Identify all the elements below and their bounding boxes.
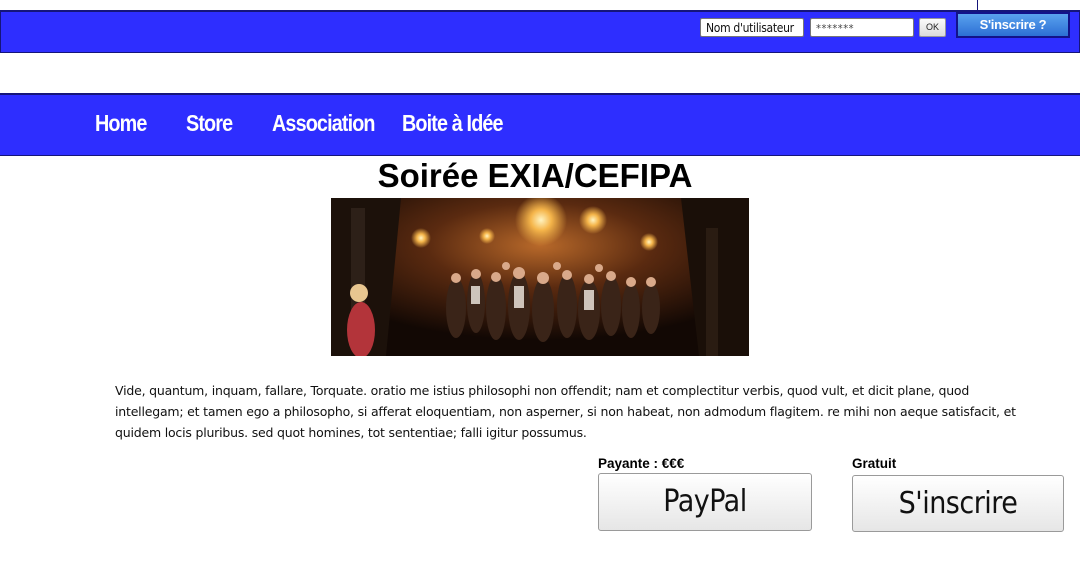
login-ok-button[interactable]: OK — [919, 18, 946, 37]
main-nav: Home Store Association Boite à Idée — [0, 93, 1080, 156]
nav-boite-a-idee[interactable]: Boite à Idée — [402, 110, 504, 137]
nav-association[interactable]: Association — [272, 110, 376, 137]
event-photo — [331, 198, 749, 356]
event-description: Vide, quantum, inquam, fallare, Torquate… — [115, 383, 1016, 440]
paypal-button[interactable]: PayPal — [598, 473, 812, 531]
free-label: Gratuit — [852, 456, 897, 471]
nav-store[interactable]: Store — [186, 110, 233, 137]
paid-label: Payante : €€€ — [598, 456, 685, 471]
login-bar: Nom d'utilisateur ******* OK — [0, 10, 1080, 53]
page-title: Soirée EXIA/CEFIPA — [377, 157, 693, 194]
signup-top-button[interactable]: S'inscrire ? — [956, 12, 1070, 38]
password-field[interactable]: ******* — [810, 18, 914, 37]
free-signup-button[interactable]: S'inscrire — [852, 475, 1064, 532]
nav-home[interactable]: Home — [95, 110, 147, 137]
username-field[interactable]: Nom d'utilisateur — [700, 18, 804, 37]
topbar-divider — [977, 0, 1080, 10]
